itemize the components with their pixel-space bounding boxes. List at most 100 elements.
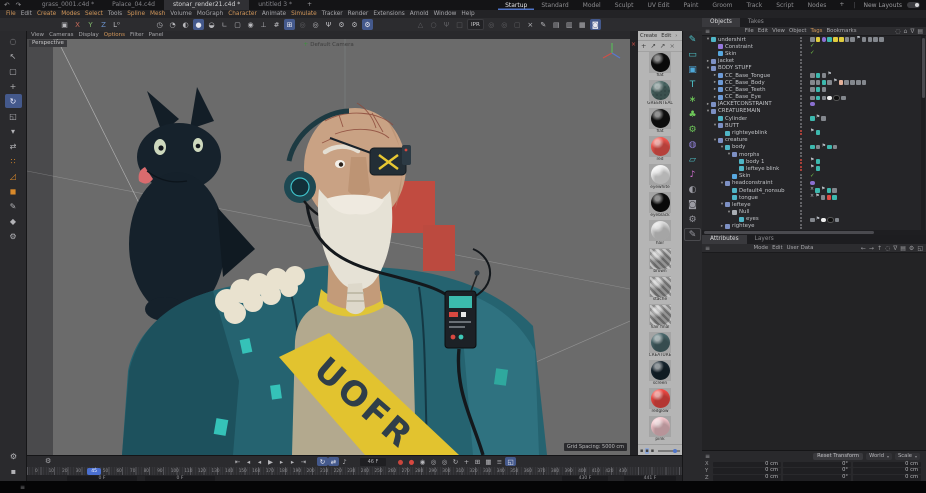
tool-icon[interactable]: ◌ [5, 34, 22, 48]
viewport-menu-item[interactable]: Options [104, 32, 125, 38]
position-field[interactable]: 0 cm [713, 468, 781, 474]
yellow-tag-icon[interactable] [833, 37, 838, 42]
mesh-object-icon[interactable] [732, 195, 737, 200]
mesh-object-icon[interactable] [732, 188, 737, 193]
visibility-dots[interactable] [800, 44, 802, 50]
panel-tab[interactable]: Layers [747, 235, 782, 244]
coordinate-space-select[interactable]: World [866, 453, 892, 460]
object-row[interactable]: ▸JACKETCONSTRAINT [702, 101, 926, 108]
document-tab[interactable]: grass_0001.c4d * [33, 0, 103, 10]
flag-tag-icon[interactable]: ⚑ [856, 37, 860, 42]
visibility-dot[interactable] [800, 47, 802, 49]
visibility-dot[interactable] [800, 73, 802, 75]
object-row[interactable]: Constraint✓ [702, 43, 926, 50]
material-swatch[interactable]: pink [638, 416, 682, 444]
rotation-field[interactable]: 0° [783, 462, 851, 468]
visibility-dot[interactable] [800, 227, 802, 229]
object-name[interactable]: lefteye blink [746, 166, 779, 172]
panel-header-icon[interactable]: → [869, 245, 874, 252]
object-name[interactable]: jacket [718, 58, 734, 64]
material-swatch[interactable]: hair final [638, 304, 682, 332]
visibility-dot[interactable] [800, 90, 802, 92]
toolbar-icon[interactable]: ✎ [538, 19, 549, 30]
object-row[interactable]: ▾undershirt⚑ [702, 36, 926, 43]
visibility-dots[interactable] [800, 80, 802, 86]
teal-tag-icon[interactable] [816, 73, 821, 78]
visibility-dots[interactable] [800, 159, 802, 165]
timeline-ruler[interactable]: 0102030405060708090100110120130140150160… [27, 467, 682, 475]
toolbar-icon[interactable]: ◎ [310, 19, 321, 30]
material-swatch[interactable]: eyeblack [638, 192, 682, 220]
flag-tag-icon[interactable]: ⚑ [833, 80, 837, 85]
material-swatch[interactable]: GREENTEAL [638, 80, 682, 108]
menu-item[interactable]: Simulate [291, 11, 317, 17]
toolbar-icon[interactable]: ◎ [297, 19, 308, 30]
object-name[interactable]: Default4_nonsub [739, 188, 785, 194]
object-row[interactable]: lefteye blink⚑ [702, 165, 926, 172]
record-icon[interactable]: ▦ [483, 457, 494, 466]
group-object-icon[interactable] [718, 123, 723, 128]
visibility-dots[interactable] [800, 210, 802, 216]
object-row[interactable]: ▸CC_Base_Eye [702, 94, 926, 101]
tool-icon[interactable]: ▾ [5, 124, 22, 138]
material-swatch[interactable]: CREATURE [638, 332, 682, 360]
toolbar-icon[interactable]: # [271, 19, 282, 30]
visibility-dots[interactable] [800, 195, 802, 201]
object-row[interactable]: Cylinder⚑ [702, 115, 926, 122]
object-row[interactable]: ▾headconstraint [702, 180, 926, 187]
joint-object-icon[interactable] [718, 87, 723, 92]
gray-tag-icon[interactable] [845, 37, 850, 42]
mesh-object-icon[interactable] [739, 217, 744, 222]
visibility-dot[interactable] [800, 166, 802, 168]
scale-field[interactable]: 0 cm [853, 462, 921, 468]
teal-tag-icon[interactable] [827, 188, 832, 193]
menu-item[interactable]: Edit [21, 11, 32, 17]
visibility-dots[interactable] [800, 217, 802, 223]
group-object-icon[interactable] [711, 59, 716, 64]
visibility-dot[interactable] [800, 76, 802, 78]
menu-item[interactable]: Extensions [373, 11, 404, 17]
gray-tag-icon[interactable] [868, 37, 873, 42]
tool-icon[interactable]: ◱ [5, 109, 22, 123]
visibility-dots[interactable] [800, 51, 802, 57]
visibility-dot[interactable] [800, 217, 802, 219]
panel-header-icon[interactable]: ∇ [910, 28, 914, 35]
toolbar-icon[interactable]: ▤ [551, 19, 562, 30]
visibility-dots[interactable] [800, 73, 802, 79]
toolbar-icon[interactable]: ⚙ [349, 19, 360, 30]
toolbar-icon[interactable]: ⊞ [284, 19, 295, 30]
visibility-dot[interactable] [800, 130, 802, 132]
visibility-dot[interactable] [800, 54, 802, 56]
visibility-dot[interactable] [800, 83, 802, 85]
flag-tag-icon[interactable]: ⚑ [810, 159, 814, 164]
toolbar-icon[interactable]: ◎ [499, 19, 510, 30]
palette-icon[interactable]: ✎ [685, 33, 700, 46]
toolbar-icon[interactable]: ◔ [167, 19, 178, 30]
object-name[interactable]: BODY STUFF [718, 65, 752, 71]
mesh-object-icon[interactable] [718, 116, 723, 121]
teal-tag-icon[interactable] [832, 195, 837, 200]
joint-object-icon[interactable] [718, 80, 723, 85]
flag-tag-icon[interactable]: ⚑ [821, 188, 825, 193]
visibility-dot[interactable] [800, 141, 802, 143]
record-icon[interactable]: ↻ [450, 457, 461, 466]
gray-tag-icon[interactable] [810, 218, 815, 223]
material-swatch[interactable]: red [638, 136, 682, 164]
material-button[interactable]: × [670, 42, 675, 50]
chevron-right-icon[interactable]: › [675, 33, 677, 39]
toolbar-icon[interactable]: × [525, 19, 536, 30]
panel-menu-icon[interactable]: ≡ [705, 245, 710, 252]
material-swatch[interactable]: stache [638, 276, 682, 304]
toolbar-icon[interactable]: Z [98, 19, 109, 30]
redo-icon[interactable]: ↷ [15, 1, 22, 9]
visibility-dot[interactable] [800, 191, 802, 193]
skin-object-icon[interactable] [732, 174, 737, 179]
object-name[interactable]: Skin [725, 51, 736, 57]
material-swatch[interactable]: brown [638, 248, 682, 276]
visibility-dot[interactable] [800, 40, 802, 42]
visibility-dots[interactable] [800, 166, 802, 172]
visibility-dots[interactable] [800, 102, 802, 108]
panel-header-icon[interactable]: ↑ [877, 245, 882, 252]
object-name[interactable]: Constraint [725, 44, 753, 50]
toolbar-icon[interactable]: ▥ [564, 19, 575, 30]
